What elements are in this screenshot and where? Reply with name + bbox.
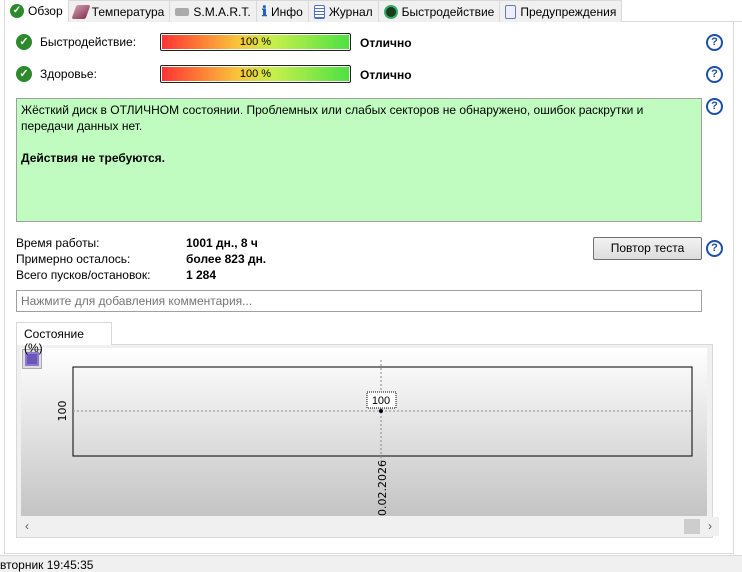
chart-svg: 100 100 10.02.2026 — [56, 360, 693, 523]
x-tick-label: 10.02.2026 — [376, 460, 389, 523]
horizontal-scrollbar[interactable]: ‹ › — [21, 517, 719, 536]
point-label: 100 — [372, 395, 390, 407]
status-bar: вторник 19:45:35 — [0, 555, 742, 572]
status-time: вторник 19:45:35 — [0, 558, 94, 572]
check-icon: ✓ — [10, 4, 24, 18]
data-point — [379, 409, 383, 413]
scroll-right-icon[interactable]: › — [708, 519, 712, 533]
tab-status-chart[interactable]: Состояние (%) — [16, 322, 112, 355]
tab-overview[interactable]: ✓ Обзор — [4, 0, 69, 22]
y-tick-label: 100 — [56, 401, 69, 422]
scroll-thumb[interactable] — [684, 519, 700, 534]
scroll-left-icon[interactable]: ‹ — [25, 519, 29, 533]
